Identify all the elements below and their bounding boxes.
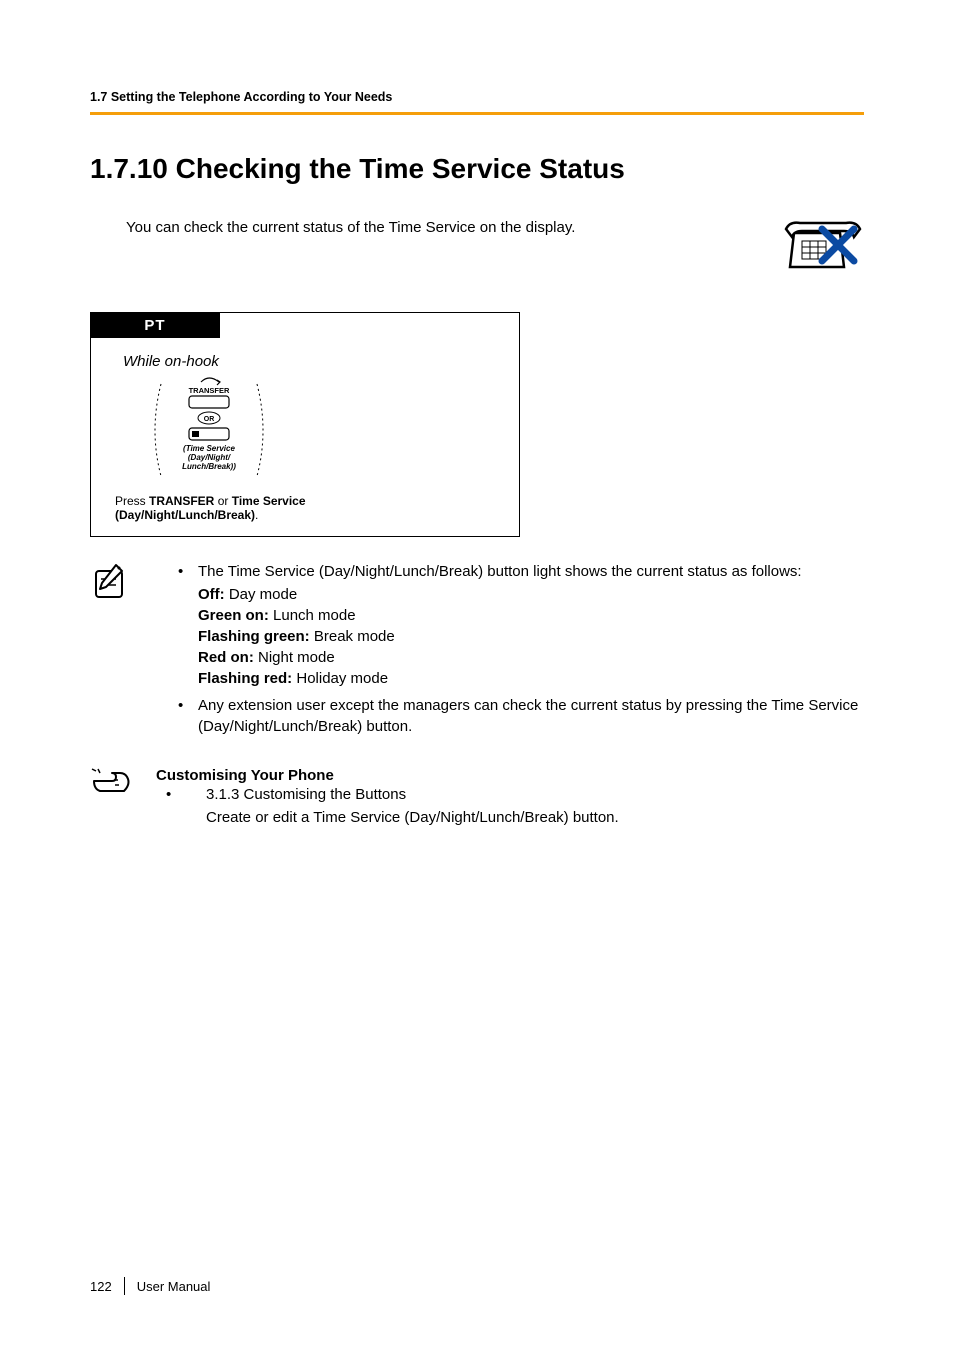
intro-paragraph: You can check the current status of the … [90,219,762,236]
status-green-on: Green on: Lunch mode [168,605,864,626]
status-flash-green: Flashing green: Break mode [168,626,864,647]
hand-pointing-icon [90,767,138,828]
footer-divider [124,1277,125,1295]
svc-line3: Lunch/Break)) [182,462,236,471]
page-title: 1.7.10 Checking the Time Service Status [90,153,864,185]
procedure-tab: PT [90,312,220,338]
desk-phone-x-icon [782,219,864,282]
transfer-label: TRANSFER [189,386,230,395]
page-number: 122 [90,1279,112,1294]
press-instruction: Press TRANSFER or Time Service (Day/Nigh… [115,494,501,522]
or-label: OR [204,416,215,423]
footer-label: User Manual [137,1279,211,1294]
note-bullet-1: The Time Service (Day/Night/Lunch/Break)… [168,561,864,582]
note-penpad-icon [90,561,138,739]
status-off: Off: Day mode [168,584,864,605]
note-bullet-2: Any extension user except the managers c… [168,695,864,737]
page-footer: 122 User Manual [90,1277,210,1295]
customising-desc: Create or edit a Time Service (Day/Night… [156,807,864,828]
customising-item: 3.1.3 Customising the Buttons [156,784,864,805]
running-header: 1.7 Setting the Telephone According to Y… [90,90,864,112]
header-rule [90,112,864,115]
status-flash-red: Flashing red: Holiday mode [168,668,864,689]
procedure-tab-label: PT [144,317,165,334]
procedure-box: PT While on-hook TRANSFER OR [90,312,520,537]
svc-line2: (Day/Night/ [188,453,231,462]
procedure-state: While on-hook [123,353,501,370]
customising-title: Customising Your Phone [156,767,864,784]
svc-line1: (Time Service [183,444,235,453]
status-red-on: Red on: Night mode [168,647,864,668]
transfer-button-diagram: TRANSFER OR (Time Service (Day/Night/ Lu… [149,376,289,486]
